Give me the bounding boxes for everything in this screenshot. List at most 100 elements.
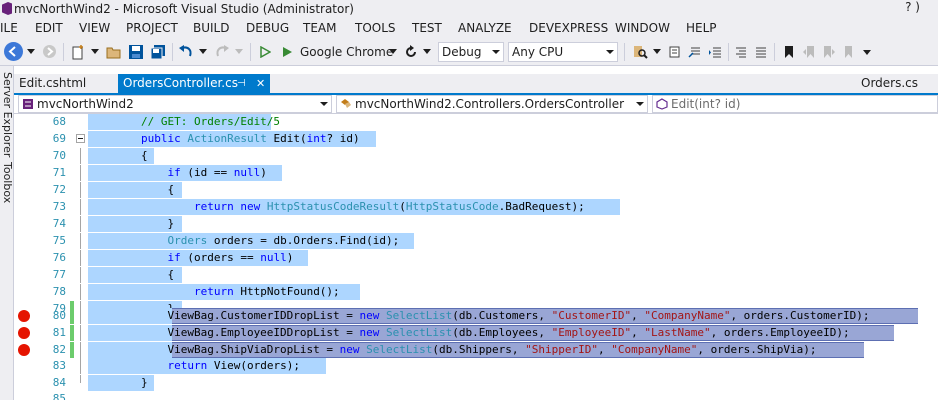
member-select[interactable]: Edit(int? id) — [652, 95, 938, 113]
code-text: return HttpNotFound(); — [193, 285, 340, 298]
document-tab-strip: Edit.cshtml OrdersController.cs ⊣ ✕ Orde… — [14, 74, 938, 95]
start-debugging-button[interactable] — [278, 42, 296, 61]
change-indicator — [70, 342, 74, 358]
code-line: 82 ViewBag.ShipViaDropList = new SelectL… — [14, 342, 938, 358]
chevron-down-icon — [199, 49, 207, 54]
close-icon[interactable]: ✕ — [256, 74, 265, 93]
tab-orderscontroller-cs[interactable]: OrdersController.cs ⊣ ✕ — [118, 74, 270, 93]
tab-label: Orders.cs — [861, 76, 919, 90]
toolbar-overflow-button[interactable] — [860, 42, 874, 61]
window-controls[interactable]: ? ) — [905, 0, 920, 14]
tab-label: OrdersController.cs — [123, 76, 238, 90]
code-editor[interactable]: 68 // GET: Orders/Edit/5 69 public Actio… — [14, 114, 938, 400]
breakpoint-margin[interactable] — [14, 308, 36, 324]
code-line: 84 } — [14, 375, 938, 391]
back-button[interactable] — [4, 42, 23, 61]
run-icon — [283, 46, 292, 57]
solution-platform-select[interactable]: Any CPU — [508, 42, 618, 62]
breakpoint-icon[interactable] — [18, 310, 30, 322]
menu-project[interactable]: PROJECT — [126, 18, 178, 38]
undo-button[interactable] — [176, 42, 196, 61]
code-line: 83 return View(orders); — [14, 358, 938, 374]
navigate-icon — [669, 46, 680, 57]
breakpoint-icon[interactable] — [18, 327, 30, 339]
save-button[interactable] — [126, 42, 146, 61]
menu-test[interactable]: TEST — [412, 18, 442, 38]
outline-margin[interactable] — [76, 131, 85, 147]
class-select[interactable]: mvcNorthWind2.Controllers.OrdersControll… — [336, 95, 648, 113]
menu-view[interactable]: VIEW — [79, 18, 110, 38]
toggle-bookmark-button[interactable] — [780, 42, 798, 61]
menu-build[interactable]: BUILD — [193, 18, 229, 38]
increase-indent-button[interactable] — [706, 42, 724, 61]
undo-dropdown[interactable] — [198, 42, 208, 61]
open-file-button[interactable] — [104, 42, 124, 61]
menu-bar: ILE EDIT VIEW PROJECT BUILD DEBUG TEAM T… — [0, 18, 938, 38]
redo-button[interactable] — [212, 42, 232, 61]
toggle-comment-button[interactable] — [686, 42, 704, 61]
code-text: { — [88, 268, 175, 281]
code-text: ViewBag.EmployeeIDDropList = new SelectL… — [88, 326, 850, 339]
vs-logo-icon — [2, 2, 12, 15]
browser-link-refresh-button[interactable] — [402, 42, 420, 61]
navigate-backward-button[interactable] — [666, 42, 684, 61]
next-bookmark-button[interactable] — [820, 42, 838, 61]
project-select[interactable]: mvcNorthWind2 — [18, 95, 332, 113]
find-in-files-button[interactable] — [630, 42, 650, 61]
new-project-button[interactable] — [68, 42, 88, 61]
previous-bookmark-button[interactable] — [800, 42, 818, 61]
tab-edit-cshtml[interactable]: Edit.cshtml — [14, 74, 114, 93]
chevron-down-icon — [235, 49, 243, 54]
line-number: 83 — [52, 359, 66, 372]
find-dropdown[interactable] — [652, 42, 662, 61]
browser-link-dropdown[interactable] — [422, 42, 432, 61]
breakpoint-margin[interactable] — [14, 325, 36, 341]
comment-lines-icon — [736, 47, 746, 57]
back-icon — [8, 46, 16, 57]
menu-file[interactable]: ILE — [0, 18, 18, 38]
comment-selection-button[interactable] — [732, 42, 750, 61]
toolbox-tab[interactable]: Toolbox — [1, 162, 13, 203]
chevron-down-icon — [636, 102, 644, 106]
menu-help[interactable]: HELP — [686, 18, 717, 38]
line-number: 82 — [52, 343, 66, 356]
editor-navigation-bar: mvcNorthWind2 mvcNorthWind2.Controllers.… — [14, 95, 938, 114]
toolbar-separator — [250, 43, 251, 61]
menu-debug[interactable]: DEBUG — [246, 18, 289, 38]
code-line: 78 return HttpNotFound(); — [14, 284, 938, 300]
run-target-dropdown[interactable] — [388, 42, 398, 61]
platform-value: Any CPU — [512, 45, 564, 59]
code-text: ViewBag.ShipViaDropList = new SelectList… — [88, 343, 817, 356]
clear-bookmarks-button[interactable] — [840, 42, 858, 61]
new-project-icon — [72, 44, 83, 59]
save-all-button[interactable] — [148, 42, 168, 61]
code-line: 76 if (orders == null) — [14, 250, 938, 266]
menu-tools[interactable]: TOOLS — [355, 18, 396, 38]
method-icon — [656, 98, 668, 110]
uncomment-selection-button[interactable] — [752, 42, 770, 61]
code-line: 73 return new HttpStatusCodeResult(HttpS… — [14, 199, 938, 215]
outline-margin — [76, 233, 85, 249]
tab-orders-cs[interactable]: Orders.cs — [856, 74, 938, 93]
new-project-dropdown[interactable] — [90, 42, 100, 61]
back-history-dropdown[interactable] — [26, 42, 36, 61]
breakpoint-margin[interactable] — [14, 342, 36, 358]
forward-button[interactable] — [40, 42, 59, 61]
collapse-icon[interactable] — [76, 134, 85, 143]
menu-analyze[interactable]: ANALYZE — [458, 18, 512, 38]
pin-icon[interactable]: ⊣ — [237, 74, 246, 93]
menu-team[interactable]: TEAM — [303, 18, 336, 38]
menu-edit[interactable]: EDIT — [35, 18, 63, 38]
start-without-debugging-button[interactable] — [256, 42, 274, 61]
left-tool-window-bar: Server Explorer Toolbox — [0, 66, 14, 400]
code-line: 72 { — [14, 182, 938, 198]
solution-configuration-select[interactable]: Debug — [438, 42, 504, 62]
run-target-label[interactable]: Google Chrome — [300, 42, 393, 62]
breakpoint-icon[interactable] — [18, 344, 30, 356]
menu-devexpress[interactable]: DEVEXPRESS — [529, 18, 608, 38]
menu-window[interactable]: WINDOW — [615, 18, 670, 38]
code-line: 75 Orders orders = db.Orders.Find(id); — [14, 233, 938, 249]
outline-margin — [76, 342, 85, 358]
redo-dropdown[interactable] — [234, 42, 244, 61]
server-explorer-tab[interactable]: Server Explorer — [1, 72, 13, 157]
